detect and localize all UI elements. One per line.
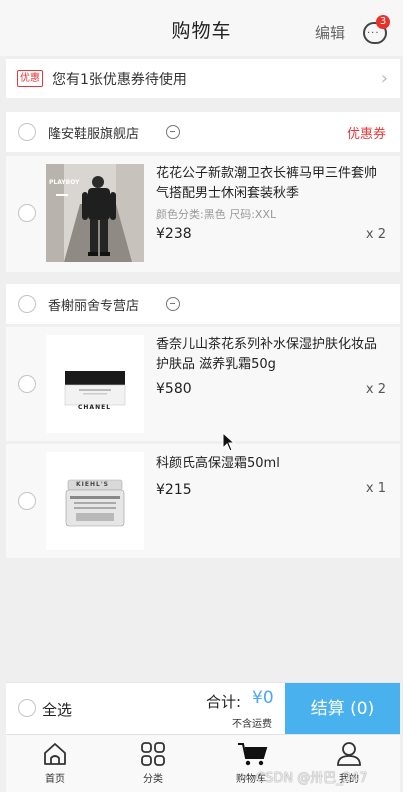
shop-header: 香榭丽舍专营店 [6, 284, 400, 324]
tab-label: 首页 [45, 774, 65, 785]
product-quantity[interactable]: x 2 [366, 382, 386, 397]
product-title[interactable]: 花花公子新款潮卫衣长裤马甲三件套帅气搭配男士休闲套装秋季 [156, 164, 386, 204]
product-title[interactable]: 科颜氏高保湿霜50ml [156, 454, 386, 474]
shop-select-checkbox[interactable] [18, 295, 36, 313]
product-price: ¥238 [156, 226, 192, 242]
total-value: ¥0 [252, 688, 274, 708]
shop-select-checkbox[interactable] [18, 123, 36, 141]
product-quantity[interactable]: x 2 [366, 227, 386, 242]
cart-item: CHANEL 香奈儿山茶花系列补水保湿护肤化妆品护肤品 滋养乳霜50g ¥580… [6, 327, 400, 441]
shipping-note: 不含运费 [232, 719, 272, 730]
chat-dots: ··· [367, 28, 380, 39]
select-all-checkbox[interactable] [18, 699, 36, 717]
mouse-cursor-icon [222, 432, 236, 452]
product-brand-mark: PLAYBOY [49, 179, 80, 186]
item-select-checkbox[interactable] [18, 375, 36, 393]
shop-name[interactable]: 香榭丽舍专营店 [48, 295, 139, 314]
product-image[interactable]: PLAYBOY [46, 164, 144, 262]
user-icon [337, 742, 361, 766]
product-brand-mark: KIEHL'S [76, 481, 109, 488]
shop-header: 隆安鞋服旗舰店 优惠券 [6, 112, 400, 152]
coupon-banner-text: 您有1张优惠券待使用 [52, 72, 187, 88]
cart-item: KIEHL'S 科颜氏高保湿霜50ml ¥215 x 1 [6, 444, 400, 558]
checkout-button[interactable]: 结算 (0) [285, 683, 400, 735]
product-image[interactable]: CHANEL [46, 335, 144, 433]
cart-icon [238, 743, 268, 766]
cart-item: PLAYBOY 花花公子新款潮卫衣长裤马甲三件套帅气搭配男士休闲套装秋季 颜色分… [6, 156, 400, 272]
tab-label: 分类 [143, 774, 163, 785]
chevron-right-icon: › [380, 68, 388, 89]
watermark: CSDN @卅巴_247 [256, 771, 368, 786]
shop-name[interactable]: 隆安鞋服旗舰店 [48, 123, 139, 142]
product-title[interactable]: 香奈儿山茶花系列补水保湿护肤化妆品护肤品 滋养乳霜50g [156, 335, 386, 375]
product-spec[interactable]: 颜色分类:黑色 尺码:XXL [156, 206, 276, 222]
select-all-label[interactable]: 全选 [42, 699, 72, 720]
product-brand-mark: CHANEL [78, 404, 112, 411]
shop-coupon-link[interactable]: 优惠券 [347, 123, 386, 142]
home-icon [44, 743, 66, 765]
total-label: 合计: [206, 693, 242, 711]
checkout-bar: 全选 合计: ¥0 不含运费 结算 (0) [6, 682, 400, 735]
message-badge: 3 [376, 15, 390, 29]
product-price: ¥215 [156, 482, 192, 498]
product-quantity[interactable]: x 1 [366, 481, 386, 496]
item-select-checkbox[interactable] [18, 492, 36, 510]
product-price: ¥580 [156, 381, 192, 397]
coupon-tag: 优惠 [17, 70, 43, 87]
shop-arrow-icon[interactable] [166, 125, 180, 139]
product-image[interactable]: KIEHL'S [46, 452, 144, 550]
nav-header: 购物车 编辑 ··· 3 [0, 0, 403, 56]
coupon-banner[interactable]: 优惠 您有1张优惠券待使用 › [6, 58, 400, 98]
edit-button[interactable]: 编辑 [315, 22, 345, 43]
tab-category[interactable]: 分类 [104, 735, 202, 792]
item-select-checkbox[interactable] [18, 204, 36, 222]
shop-arrow-icon[interactable] [166, 297, 180, 311]
tab-home[interactable]: 首页 [6, 735, 104, 792]
category-icon [141, 742, 165, 766]
message-button[interactable]: ··· 3 [363, 15, 390, 46]
